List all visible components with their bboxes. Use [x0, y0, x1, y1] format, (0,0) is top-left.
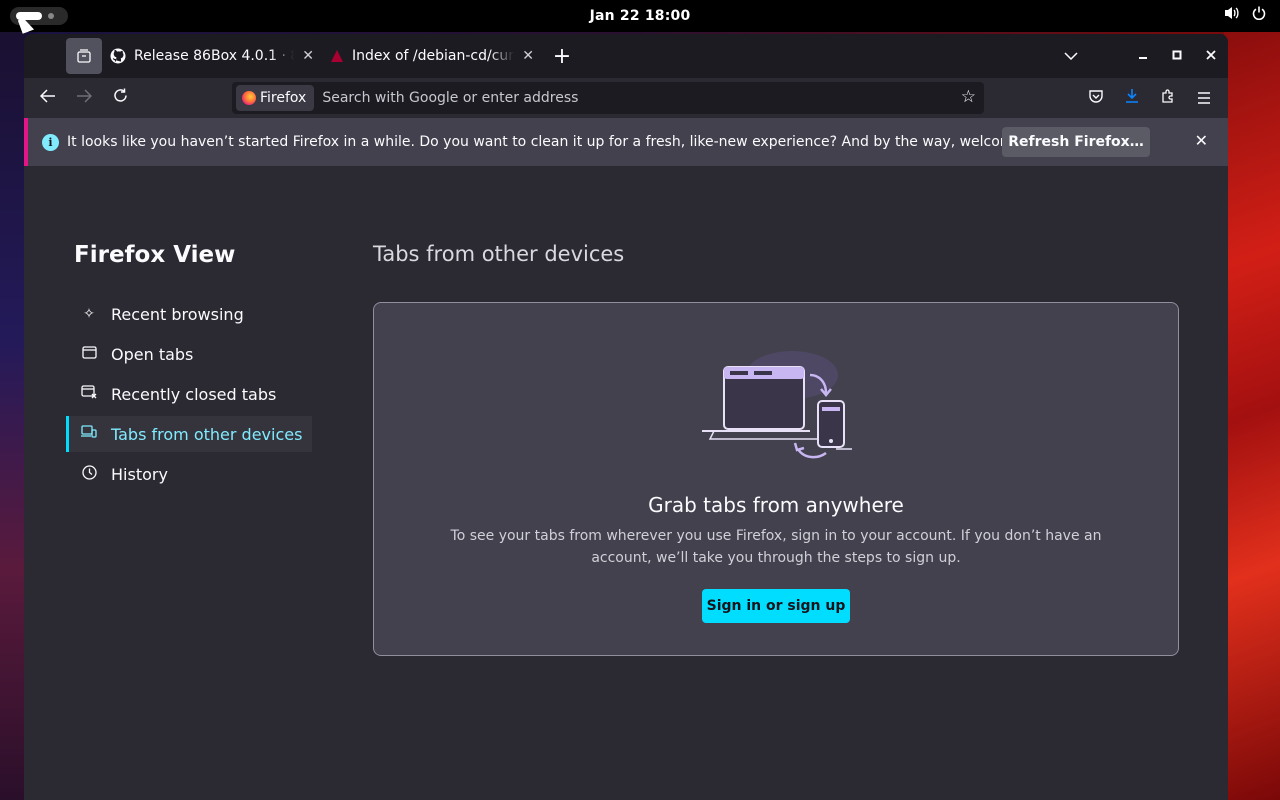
notification-close-icon[interactable]: ✕	[1195, 131, 1208, 150]
firefox-view-sidebar: ✧ Recent browsing Open tabs Recently clo…	[66, 296, 312, 496]
downloads-icon[interactable]	[1114, 88, 1150, 108]
address-bar[interactable]: Firefox ☆	[232, 82, 984, 114]
window-controls	[1054, 34, 1228, 78]
tab-86box-release[interactable]: Release 86Box 4.0.1 · 86B ✕	[102, 38, 322, 74]
url-input[interactable]	[322, 90, 923, 106]
identity-label: Firefox	[260, 90, 307, 106]
wallpaper-right-strip	[1224, 30, 1280, 800]
page-title: Firefox View	[74, 242, 236, 268]
tab-close-icon[interactable]: ✕	[302, 48, 314, 64]
firefox-view-icon	[77, 49, 91, 63]
pocket-icon[interactable]	[1078, 89, 1114, 108]
github-icon	[110, 48, 126, 64]
sidebar-item-open-tabs[interactable]: Open tabs	[66, 336, 312, 372]
identity-box[interactable]: Firefox	[236, 85, 315, 111]
sidebar-item-recently-closed-tabs[interactable]: Recently closed tabs	[66, 376, 312, 412]
tab-title: Release 86Box 4.0.1 · 86B	[134, 48, 294, 64]
sparkle-icon: ✧	[83, 306, 95, 322]
new-tab-icon[interactable]: +	[548, 44, 576, 69]
sidebar-item-history[interactable]: History	[66, 456, 312, 492]
sync-signin-card: Grab tabs from anywhere To see your tabs…	[373, 302, 1179, 656]
sidebar-item-label: Tabs from other devices	[111, 424, 303, 444]
close-window-icon[interactable]	[1194, 48, 1228, 64]
tab-debian-cd-index[interactable]: Index of /debian-cd/curre ✕	[322, 38, 542, 74]
debian-icon	[331, 50, 343, 62]
sidebar-item-label: Recently closed tabs	[111, 384, 277, 404]
reload-icon[interactable]	[102, 88, 138, 108]
forward-arrow-icon[interactable]	[66, 88, 102, 108]
sign-in-or-sign-up-button[interactable]: Sign in or sign up	[702, 589, 850, 623]
back-arrow-icon[interactable]	[30, 88, 66, 108]
list-all-tabs-chevron-icon[interactable]	[1054, 48, 1088, 64]
workspace-indicator-dot	[48, 13, 54, 19]
synced-devices-illustration	[702, 351, 852, 459]
closed-tab-icon	[81, 385, 97, 403]
card-heading: Grab tabs from anywhere	[648, 493, 904, 517]
refresh-firefox-button[interactable]: Refresh Firefox…	[1002, 127, 1150, 157]
browser-window-icon	[81, 345, 97, 363]
firefox-view-page: Firefox View ✧ Recent browsing Open tabs…	[24, 166, 1228, 800]
tab-bar: Release 86Box 4.0.1 · 86B ✕ Index of /de…	[24, 34, 1228, 78]
hamburger-menu-icon[interactable]	[1186, 89, 1222, 108]
firefox-view-button[interactable]	[66, 38, 102, 74]
firefox-logo-icon	[242, 91, 256, 105]
clock[interactable]: Jan 22 18:00	[590, 8, 691, 24]
section-title: Tabs from other devices	[373, 242, 625, 266]
info-icon: i	[42, 133, 59, 151]
minimize-icon[interactable]	[1126, 48, 1160, 64]
sidebar-item-tabs-from-other-devices[interactable]: Tabs from other devices	[66, 416, 312, 452]
firefox-window: Release 86Box 4.0.1 · 86B ✕ Index of /de…	[24, 34, 1228, 800]
tab-close-icon[interactable]: ✕	[522, 48, 534, 64]
maximize-icon[interactable]	[1160, 48, 1194, 64]
sidebar-item-recent-browsing[interactable]: ✧ Recent browsing	[66, 296, 312, 332]
toolbar-right	[1078, 78, 1222, 118]
bookmark-star-icon[interactable]: ☆	[961, 87, 976, 107]
navigation-toolbar: Firefox ☆	[24, 78, 1228, 118]
refresh-notification-bar: i It looks like you haven’t started Fire…	[24, 118, 1228, 166]
card-description: To see your tabs from wherever you use F…	[450, 528, 1102, 566]
sidebar-item-label: History	[111, 464, 168, 484]
notification-message: It looks like you haven’t started Firefo…	[67, 134, 1066, 150]
volume-icon[interactable]	[1224, 6, 1240, 24]
clock-icon	[81, 464, 97, 484]
gnome-top-bar: Jan 22 18:00	[0, 0, 1280, 32]
power-icon[interactable]	[1252, 6, 1266, 24]
tab-title: Index of /debian-cd/curre	[352, 48, 515, 64]
wallpaper-left-strip	[0, 30, 26, 800]
sidebar-item-label: Open tabs	[111, 344, 194, 364]
sidebar-item-label: Recent browsing	[111, 304, 244, 324]
system-tray[interactable]	[1224, 6, 1266, 24]
extensions-puzzle-icon[interactable]	[1150, 88, 1186, 108]
synced-devices-icon	[81, 425, 97, 443]
